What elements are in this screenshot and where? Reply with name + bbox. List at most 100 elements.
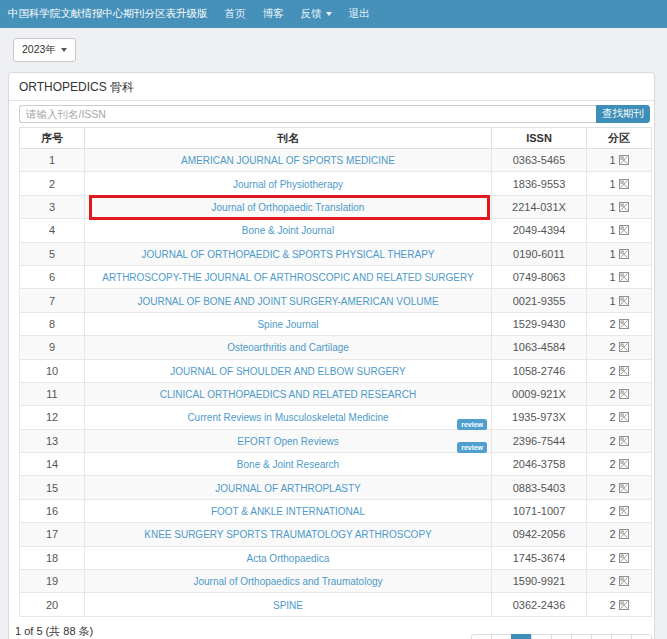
issn-cell: 0883-5403 <box>492 476 587 499</box>
chevron-down-icon <box>326 12 332 16</box>
row-index-cell: 1 <box>20 149 85 172</box>
column-header-zone: 分区 <box>587 128 652 149</box>
issn-cell: 0009-921X <box>492 382 587 405</box>
pagination-item-5[interactable]: 5 <box>591 634 612 639</box>
zone-cell: 2 <box>587 382 652 405</box>
navbar-menu: 首页 博客 反馈 退出 <box>208 7 370 21</box>
journal-link[interactable]: EFORT Open Reviews <box>237 436 338 447</box>
zone-image-broken-icon <box>619 225 629 235</box>
table-row: 18Acta Orthopaedica1745-36742 <box>20 546 652 569</box>
table-row: 11 CLINICAL ORTHOPAEDICS AND RELATED RESE… <box>20 382 652 405</box>
row-index-cell: 4 <box>20 219 85 242</box>
zone-image-broken-icon <box>619 179 629 189</box>
journal-link[interactable]: Osteoarthritis and Cartilage <box>227 342 349 353</box>
nav-item-3[interactable]: 退出 <box>349 7 370 21</box>
journal-link[interactable]: ARTHROSCOPY-THE JOURNAL OF ARTHROSCOPIC … <box>102 272 473 283</box>
table-row: 19Journal of Orthopaedics and Traumatolo… <box>20 570 652 593</box>
issn-cell: 0021-9355 <box>492 289 587 312</box>
journal-link[interactable]: JOURNAL OF ARTHROPLASTY <box>215 483 361 494</box>
zone-cell: 2 <box>587 546 652 569</box>
zone-cell: 1 <box>587 242 652 265</box>
issn-cell: 2046-3758 <box>492 453 587 476</box>
journal-name-cell: Acta Orthopaedica <box>85 546 492 569</box>
row-index-cell: 15 <box>20 476 85 499</box>
journal-link[interactable]: Current Reviews in Musculoskeletal Medic… <box>187 412 388 423</box>
zone-number: 2 <box>609 552 615 564</box>
zone-cell: 2 <box>587 359 652 382</box>
row-index-cell: 12 <box>20 406 85 429</box>
nav-item-0[interactable]: 首页 <box>225 7 246 21</box>
zone-cell: 2 <box>587 499 652 522</box>
panel-body: 查找期刊 序号 刊名 ISSN 分区 1 AMERICAN JOURNAL OF … <box>9 101 654 639</box>
zone-cell: 1 <box>587 289 652 312</box>
nav-item-label: 反馈 <box>301 7 322 21</box>
pagination-item-«[interactable]: « <box>471 634 492 639</box>
column-header-index: 序号 <box>20 128 85 149</box>
issn-cell: 1745-3674 <box>492 546 587 569</box>
zone-number: 1 <box>609 295 615 307</box>
zone-number: 1 <box>609 178 615 190</box>
zone-image-broken-icon <box>619 319 629 329</box>
nav-item-1[interactable]: 博客 <box>263 7 284 21</box>
zone-cell: 1 <box>587 195 652 218</box>
journal-link[interactable]: Acta Orthopaedica <box>247 553 330 564</box>
zone-image-broken-icon <box>619 272 629 282</box>
table-row: 9Osteoarthritis and Cartilage1063-45842 <box>20 336 652 359</box>
journal-link[interactable]: CLINICAL ORTHOPAEDICS AND RELATED RESEAR… <box>160 389 416 400</box>
table-row: 17 KNEE SURGERY SPORTS TRAUMATOLOGY ARTHR… <box>20 523 652 546</box>
row-index-cell: 2 <box>20 172 85 195</box>
pagination-item-4[interactable]: 4 <box>571 634 592 639</box>
issn-cell: 1063-4584 <box>492 336 587 359</box>
table-row: 1AMERICAN JOURNAL OF SPORTS MEDICINE0363… <box>20 149 652 172</box>
zone-image-broken-icon <box>619 342 629 352</box>
table-row: 7JOURNAL OF BONE AND JOINT SURGERY-AMERI… <box>20 289 652 312</box>
journal-link[interactable]: AMERICAN JOURNAL OF SPORTS MEDICINE <box>181 155 395 166</box>
pagination-item-»[interactable]: » <box>631 634 652 639</box>
zone-image-broken-icon <box>619 459 629 469</box>
year-selector-button[interactable]: 2023年 <box>13 38 76 62</box>
journal-link[interactable]: SPINE <box>273 600 303 611</box>
pagination-item-‹[interactable]: ‹ <box>491 634 512 639</box>
issn-cell: 1058-2746 <box>492 359 587 382</box>
journal-link[interactable]: JOURNAL OF SHOULDER AND ELBOW SURGERY <box>170 366 406 377</box>
row-index-cell: 11 <box>20 382 85 405</box>
journal-link[interactable]: FOOT & ANKLE INTERNATIONAL <box>211 506 365 517</box>
journal-link[interactable]: Journal of Orthopaedics and Traumatology <box>194 576 383 587</box>
zone-number: 2 <box>609 388 615 400</box>
pagination-item-1[interactable]: 1 <box>511 634 532 639</box>
table-header-row: 序号 刊名 ISSN 分区 <box>20 128 652 149</box>
pagination-item-2[interactable]: 2 <box>531 634 552 639</box>
journal-link[interactable]: Bone & Joint Journal <box>242 225 334 236</box>
journal-name-cell: Osteoarthritis and Cartilage <box>85 336 492 359</box>
journal-link[interactable]: Journal of Physiotherapy <box>233 179 343 190</box>
journal-name-cell: Journal of Orthopaedics and Traumatology <box>85 570 492 593</box>
nav-item-2[interactable]: 反馈 <box>301 7 332 21</box>
row-index-cell: 5 <box>20 242 85 265</box>
issn-cell: 1529-9430 <box>492 312 587 335</box>
zone-image-broken-icon <box>619 366 629 376</box>
search-bar: 查找期刊 <box>19 105 650 123</box>
nav-item-label: 退出 <box>349 7 370 21</box>
table-row: 12 Current Reviews in Musculoskeletal Med… <box>20 406 652 429</box>
search-journal-button[interactable]: 查找期刊 <box>596 105 650 123</box>
search-input[interactable] <box>19 105 596 123</box>
row-index-cell: 13 <box>20 429 85 452</box>
zone-cell: 2 <box>587 336 652 359</box>
row-index-cell: 17 <box>20 523 85 546</box>
zone-image-broken-icon <box>619 553 629 563</box>
zone-cell: 1 <box>587 172 652 195</box>
journal-link[interactable]: JOURNAL OF BONE AND JOINT SURGERY-AMERIC… <box>137 296 438 307</box>
journal-link[interactable]: Spine Journal <box>257 319 318 330</box>
journal-link[interactable]: Journal of Orthopaedic Translation <box>212 202 365 213</box>
journal-link[interactable]: JOURNAL OF ORTHOPAEDIC & SPORTS PHYSICAL… <box>141 249 434 260</box>
journal-name-cell: Bone & Joint Journal <box>85 219 492 242</box>
zone-number: 2 <box>609 458 615 470</box>
journal-link[interactable]: Bone & Joint Research <box>237 459 339 470</box>
table-row: 5 JOURNAL OF ORTHOPAEDIC & SPORTS PHYSICA… <box>20 242 652 265</box>
journal-link[interactable]: KNEE SURGERY SPORTS TRAUMATOLOGY ARTHROS… <box>144 529 432 540</box>
table-row: 15JOURNAL OF ARTHROPLASTY0883-54032 <box>20 476 652 499</box>
zone-image-broken-icon <box>619 506 629 516</box>
journal-name-cell: EFORT Open Reviewsreview <box>85 429 492 452</box>
pagination-item-›[interactable]: › <box>611 634 632 639</box>
pagination-item-3[interactable]: 3 <box>551 634 572 639</box>
